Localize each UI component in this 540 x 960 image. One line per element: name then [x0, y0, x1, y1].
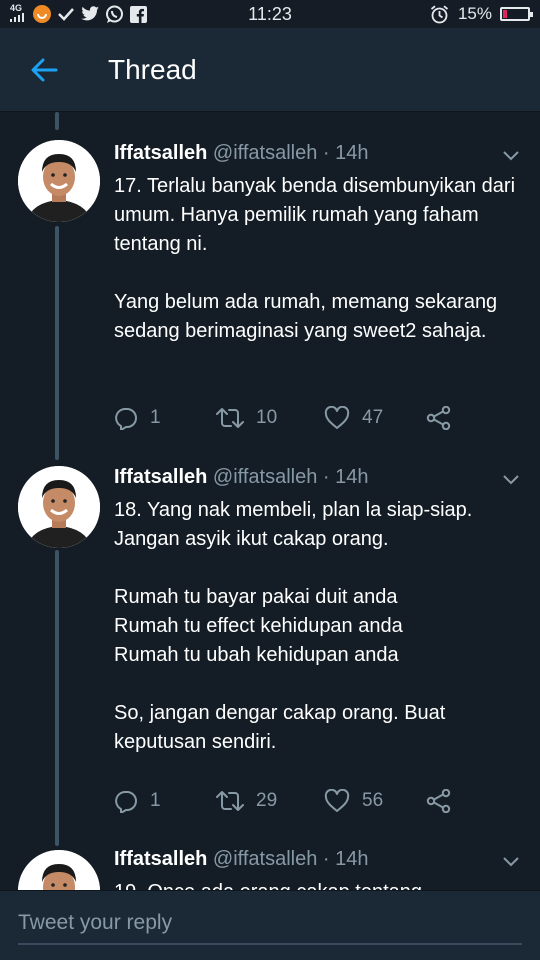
back-arrow-icon[interactable] [30, 58, 58, 82]
like-count: 56 [362, 790, 384, 811]
author-handle[interactable]: @iffatsalleh [213, 142, 317, 164]
tweet-header: Iffatsalleh @iffatsalleh · 14h [114, 848, 480, 871]
chevron-down-icon[interactable] [500, 850, 522, 872]
author-handle[interactable]: @iffatsalleh [213, 466, 317, 488]
like-count: 47 [362, 407, 384, 428]
tweet[interactable]: Iffatsalleh @iffatsalleh · 14h 17. Terla… [0, 112, 540, 462]
reply-input[interactable]: Tweet your reply [18, 905, 522, 945]
reply-count: 1 [150, 790, 161, 811]
tweet-actions: 1 10 47 [114, 403, 452, 433]
alarm-icon [430, 4, 450, 24]
tweet-time: 14h [335, 142, 369, 164]
tweet-header: Iffatsalleh @iffatsalleh · 14h [114, 142, 480, 165]
avatar[interactable] [18, 140, 100, 222]
reply-icon [115, 408, 137, 430]
like-button[interactable]: 47 [324, 406, 426, 430]
profile-photo [18, 850, 100, 890]
share-button[interactable] [426, 789, 452, 813]
retweet-icon [216, 791, 244, 811]
chevron-down-icon[interactable] [500, 468, 522, 490]
tweet-time: 14h [335, 466, 369, 488]
tweet[interactable]: Iffatsalleh @iffatsalleh · 14h 18. Yang … [0, 462, 540, 848]
reply-button[interactable]: 1 [114, 789, 216, 813]
chevron-down-icon[interactable] [500, 144, 522, 166]
retweet-count: 29 [256, 790, 278, 811]
status-icons-right: 15% [430, 4, 533, 24]
reply-count: 1 [150, 407, 161, 428]
reply-bar: Tweet your reply [0, 890, 540, 960]
profile-photo [18, 466, 100, 548]
back-button[interactable] [0, 28, 88, 112]
author-name[interactable]: Iffatsalleh [114, 142, 207, 164]
author-handle[interactable]: @iffatsalleh [213, 848, 317, 870]
reply-icon [115, 791, 137, 813]
tweet-time: 14h [335, 848, 369, 870]
separator: · [322, 848, 330, 870]
retweet-icon [216, 408, 244, 428]
tweet-actions: 1 29 56 [114, 786, 452, 816]
like-button[interactable]: 56 [324, 789, 426, 813]
separator: · [322, 466, 330, 488]
tweet-text: 17. Terlalu banyak benda disembunyikan d… [114, 175, 516, 342]
tweet-header: Iffatsalleh @iffatsalleh · 14h [114, 466, 480, 489]
battery-percent: 15% [457, 4, 492, 23]
avatar[interactable] [18, 850, 100, 890]
author-name[interactable]: Iffatsalleh [114, 848, 207, 870]
profile-photo [18, 140, 100, 222]
tweet[interactable]: Iffatsalleh @iffatsalleh · 14h 19. Once … [0, 848, 540, 890]
separator: · [322, 142, 330, 164]
battery-icon [500, 7, 533, 21]
retweet-button[interactable]: 10 [216, 407, 324, 429]
page-title: Thread [108, 53, 197, 85]
heart-icon [324, 789, 350, 812]
tweet-text: 19. Once ada orang cakap tentang [114, 878, 524, 890]
heart-icon [324, 406, 350, 429]
app-header: Thread [0, 28, 540, 112]
thread-list[interactable]: Iffatsalleh @iffatsalleh · 14h 17. Terla… [0, 112, 540, 890]
avatar[interactable] [18, 466, 100, 548]
share-icon [426, 406, 451, 430]
retweet-count: 10 [256, 407, 278, 428]
share-icon [426, 789, 451, 813]
reply-button[interactable]: 1 [114, 406, 216, 430]
status-bar: 4G 11:23 15% [0, 0, 540, 28]
share-button[interactable] [426, 406, 452, 430]
battery-level [503, 10, 507, 18]
author-name[interactable]: Iffatsalleh [114, 466, 207, 488]
retweet-button[interactable]: 29 [216, 790, 324, 812]
tweet-text: 18. Yang nak membeli, plan la siap-siap.… [114, 499, 473, 753]
